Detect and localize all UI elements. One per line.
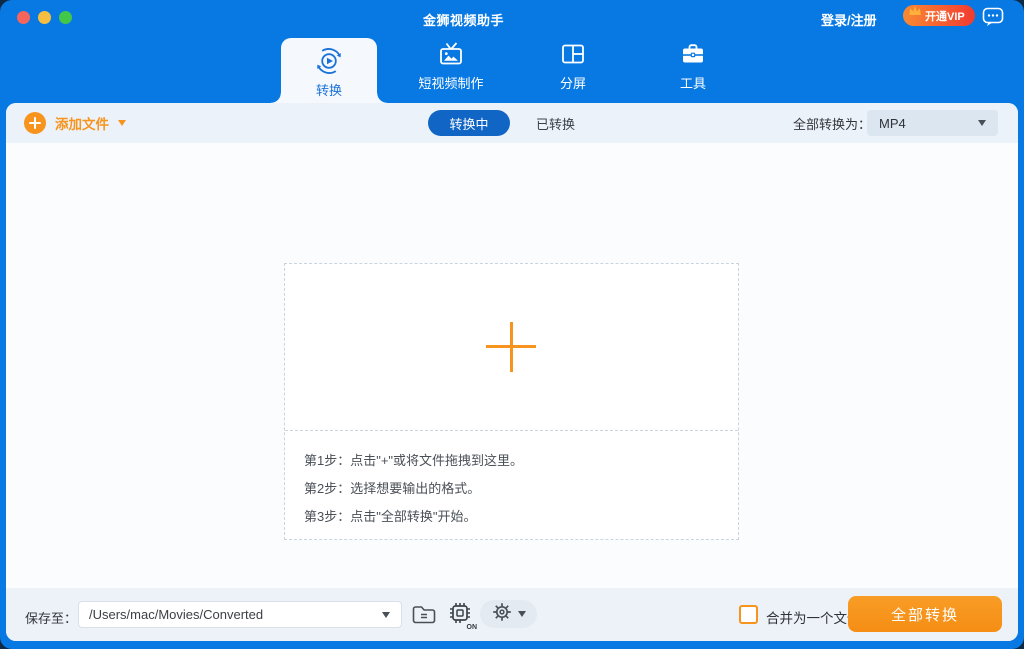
plus-circle-icon bbox=[24, 112, 46, 134]
convert-arrows-play-icon bbox=[314, 45, 344, 77]
chevron-down-icon bbox=[518, 611, 526, 617]
tab-short-video-label: 短视频制作 bbox=[418, 73, 483, 92]
tab-tools[interactable]: 工具 bbox=[633, 38, 753, 100]
login-register-link[interactable]: 登录/注册 bbox=[821, 10, 877, 29]
open-output-folder-button[interactable] bbox=[410, 601, 438, 632]
app-title: 金狮视频助手 bbox=[423, 10, 504, 29]
add-files-label: 添加文件 bbox=[55, 113, 109, 133]
merge-into-one-label[interactable]: 合并为一个文件 bbox=[766, 607, 861, 627]
convert-status-toggle: 转换中 已转换 bbox=[428, 110, 575, 136]
subtoolbar: 添加文件 转换中 已转换 全部转换为： MP4 bbox=[6, 103, 1018, 143]
minimize-button[interactable] bbox=[38, 11, 51, 24]
convert-all-button[interactable]: 全部转换 bbox=[848, 596, 1002, 632]
toolbox-icon bbox=[680, 38, 706, 70]
tab-split-screen-label: 分屏 bbox=[560, 73, 586, 92]
save-to-label: 保存至： bbox=[25, 608, 77, 627]
footer-bar: 保存至： /Users/mac/Movies/Converted bbox=[6, 588, 1018, 641]
instruction-step-1: 第1步：点击"+"或将文件拖拽到这里。 bbox=[304, 450, 523, 469]
save-path-value: /Users/mac/Movies/Converted bbox=[79, 607, 382, 622]
gpu-acceleration-button[interactable]: ON bbox=[447, 600, 473, 631]
settings-button[interactable] bbox=[480, 600, 537, 628]
tab-short-video[interactable]: 短视频制作 bbox=[391, 38, 511, 100]
output-format-select[interactable]: MP4 bbox=[867, 110, 998, 136]
tab-split-screen[interactable]: 分屏 bbox=[513, 38, 633, 100]
content-panel: 添加文件 转换中 已转换 全部转换为： MP4 第1步：点击"+"或将文件拖拽到… bbox=[6, 103, 1018, 641]
chevron-down-icon bbox=[382, 612, 390, 618]
crown-icon bbox=[908, 4, 922, 22]
output-format-value: MP4 bbox=[879, 116, 906, 131]
instruction-step-2: 第2步：选择想要输出的格式。 bbox=[304, 478, 480, 497]
zoom-button[interactable] bbox=[59, 11, 72, 24]
tab-convert-label: 转换 bbox=[316, 80, 342, 99]
dropzone-divider bbox=[285, 430, 738, 431]
plus-icon bbox=[510, 322, 513, 372]
plus-bar bbox=[34, 117, 36, 129]
chat-bubble-icon bbox=[982, 14, 1004, 31]
add-files-button[interactable]: 添加文件 bbox=[24, 103, 126, 143]
traffic-lights bbox=[17, 11, 72, 24]
gear-icon bbox=[492, 602, 512, 627]
merge-into-one-checkbox[interactable] bbox=[739, 605, 758, 624]
convert-all-to-label: 全部转换为： bbox=[793, 103, 871, 143]
tv-image-icon bbox=[437, 38, 465, 70]
app-window: 金狮视频助手 登录/注册 开通VIP 转换 bbox=[0, 0, 1024, 649]
main-area: 第1步：点击"+"或将文件拖拽到这里。 第2步：选择想要输出的格式。 第3步：点… bbox=[6, 143, 1018, 588]
dropzone[interactable]: 第1步：点击"+"或将文件拖拽到这里。 第2步：选择想要输出的格式。 第3步：点… bbox=[284, 263, 739, 540]
vip-label: 开通VIP bbox=[925, 8, 965, 24]
gpu-on-badge: ON bbox=[467, 624, 478, 631]
feedback-button[interactable] bbox=[982, 7, 1004, 32]
split-screen-icon bbox=[560, 38, 586, 70]
folder-icon bbox=[410, 614, 438, 631]
tab-tools-label: 工具 bbox=[680, 73, 706, 92]
instruction-step-3: 第3步：点击"全部转换"开始。 bbox=[304, 506, 476, 525]
vip-button[interactable]: 开通VIP bbox=[903, 5, 975, 26]
chevron-down-icon[interactable] bbox=[118, 120, 126, 126]
tab-converted[interactable]: 已转换 bbox=[536, 114, 575, 133]
tab-converting[interactable]: 转换中 bbox=[428, 110, 510, 136]
save-path-field[interactable]: /Users/mac/Movies/Converted bbox=[78, 601, 402, 628]
chevron-down-icon bbox=[978, 120, 986, 126]
close-button[interactable] bbox=[17, 11, 30, 24]
tab-convert[interactable]: 转换 bbox=[281, 38, 377, 103]
